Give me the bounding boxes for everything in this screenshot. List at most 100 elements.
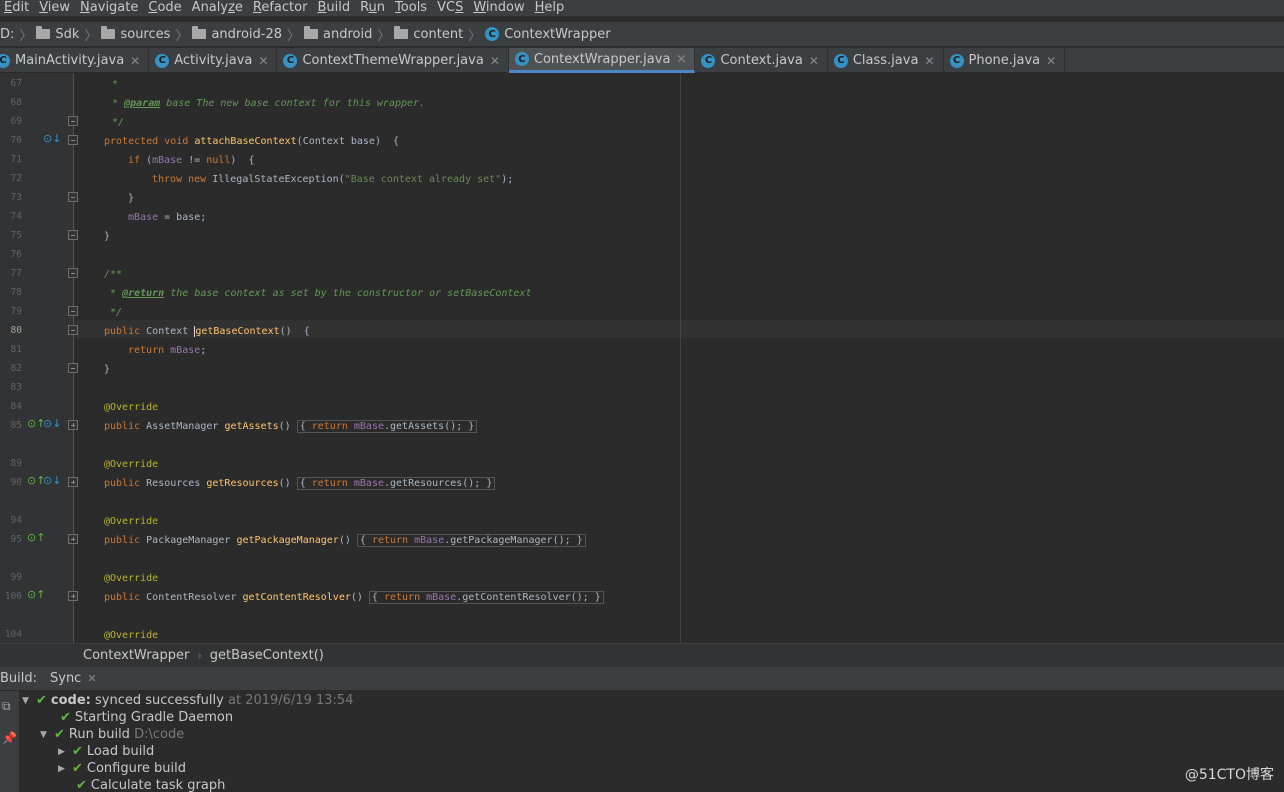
close-icon[interactable]: ✕	[1046, 54, 1056, 68]
line-number: 68	[10, 97, 22, 108]
line-number: 83	[10, 382, 22, 393]
line-number: 94	[10, 515, 22, 526]
nav-segment-android[interactable]: android	[304, 26, 374, 42]
nav-segment-content[interactable]: content	[394, 26, 465, 42]
tree-node[interactable]: ▶ ✔ Configure build	[58, 760, 186, 777]
implements-icon[interactable]: ⊙↓	[43, 474, 61, 487]
implements-icon[interactable]: ⊙↓	[43, 417, 61, 430]
menu-navigate[interactable]: Navigate	[74, 0, 142, 16]
check-icon: ✔	[72, 744, 83, 759]
tree-node[interactable]: ▼ ✔ Run build D:\code	[40, 726, 184, 743]
overrides-icon[interactable]: ⊙↑	[27, 531, 45, 544]
folder-icon	[192, 26, 207, 39]
right-margin-guide	[680, 73, 681, 643]
chevron-right-icon[interactable]: ▶	[58, 747, 72, 757]
breadcrumb-method[interactable]: getBaseContext()	[210, 648, 324, 663]
code-line: }	[104, 364, 111, 375]
tab-class[interactable]: C Class.java ✕	[828, 48, 944, 73]
nav-separator: 〉	[84, 28, 98, 44]
folder-icon	[101, 26, 116, 39]
menu-tools[interactable]: Tools	[389, 0, 431, 16]
chevron-right-icon[interactable]: ▶	[58, 764, 72, 774]
folder-icon	[304, 26, 319, 39]
nav-separator: 〉	[175, 28, 189, 44]
folded-body[interactable]: { return mBase.getPackageManager(); }	[356, 534, 586, 547]
folded-body[interactable]: { return mBase.getResources(); }	[296, 477, 496, 490]
implements-icon[interactable]: ⊙↓	[43, 132, 61, 145]
restore-layout-icon[interactable]: ⧉	[2, 699, 11, 714]
code-line-current: public Context getBaseContext() {	[104, 325, 310, 337]
close-icon[interactable]: ✕	[87, 672, 96, 685]
folded-body[interactable]: { return mBase.getAssets(); }	[296, 420, 478, 433]
tab-contextthemewrapper[interactable]: C ContextThemeWrapper.java ✕	[277, 48, 509, 73]
nav-segment-sdk[interactable]: Sdk	[36, 26, 81, 42]
code-editor[interactable]: 67 68 69 70 71 72 73 74 75 76 77 78 79 8…	[0, 73, 1284, 643]
class-icon: C	[0, 53, 10, 68]
line-number: 76	[10, 249, 22, 260]
menu-code[interactable]: Code	[142, 0, 185, 16]
overrides-icon[interactable]: ⊙↑	[27, 588, 45, 601]
tab-contextwrapper[interactable]: C ContextWrapper.java ✕	[508, 48, 696, 73]
menu-refactor[interactable]: Refactor	[247, 0, 312, 16]
menu-build[interactable]: Build	[311, 0, 354, 16]
menu-edit[interactable]: Edit	[0, 0, 33, 16]
fold-marker[interactable]	[68, 135, 78, 145]
fold-expand-marker[interactable]	[68, 534, 78, 544]
fold-marker[interactable]	[68, 230, 78, 240]
fold-marker[interactable]	[68, 363, 78, 373]
menu-help[interactable]: Help	[529, 0, 569, 16]
tab-context[interactable]: C Context.java ✕	[695, 48, 828, 73]
chevron-down-icon[interactable]: ▼	[40, 730, 54, 740]
tree-node[interactable]: ✔ Starting Gradle Daemon	[60, 709, 233, 726]
class-icon: C	[514, 52, 529, 66]
fold-marker[interactable]	[68, 116, 78, 126]
chevron-down-icon[interactable]: ▼	[22, 696, 36, 706]
menu-view[interactable]: View	[33, 0, 74, 16]
nav-segment-sources[interactable]: sources	[101, 26, 172, 42]
fold-marker[interactable]	[68, 325, 78, 335]
close-icon[interactable]: ✕	[490, 54, 500, 68]
code-line: */	[104, 307, 123, 318]
fold-marker[interactable]	[68, 192, 78, 202]
close-icon[interactable]: ✕	[130, 54, 140, 68]
nav-root[interactable]: D:	[0, 27, 16, 42]
line-number: 67	[10, 78, 22, 89]
check-icon: ✔	[60, 710, 71, 725]
menu-analyze[interactable]: Analyze	[186, 0, 247, 16]
close-icon[interactable]: ✕	[809, 54, 819, 68]
line-number: 84	[10, 401, 22, 412]
tab-phone[interactable]: C Phone.java ✕	[944, 48, 1066, 73]
tab-activity[interactable]: C Activity.java ✕	[149, 48, 278, 73]
fold-expand-marker[interactable]	[68, 477, 78, 487]
line-number-current: 80	[10, 325, 22, 336]
close-icon[interactable]: ✕	[258, 54, 268, 68]
menu-vcs[interactable]: VCS	[431, 0, 467, 16]
tab-mainactivity[interactable]: C MainActivity.java ✕	[0, 48, 150, 73]
tree-node[interactable]: ✔ Calculate task graph	[76, 777, 225, 792]
nav-separator: 〉	[468, 28, 482, 44]
chevron-right-icon: ›	[197, 649, 202, 662]
class-icon: C	[485, 27, 500, 41]
code-line-annotation: @Override	[104, 630, 159, 641]
line-number: 78	[10, 287, 22, 298]
class-icon: C	[949, 53, 964, 68]
build-side-toolbar: ⧉ 📌	[0, 691, 20, 792]
fold-marker[interactable]	[68, 268, 78, 278]
pin-icon[interactable]: 📌	[2, 731, 17, 745]
tree-node[interactable]: ▶ ✔ Load build	[58, 743, 154, 760]
code-line: public Resources getResources() { return…	[104, 477, 496, 490]
menu-run[interactable]: Run	[354, 0, 389, 16]
close-icon[interactable]: ✕	[676, 52, 686, 66]
tab-sync[interactable]: Sync ✕	[44, 671, 103, 686]
fold-expand-marker[interactable]	[68, 591, 78, 601]
nav-segment-android-28[interactable]: android-28	[192, 26, 284, 42]
menu-window[interactable]: Window	[467, 0, 528, 16]
fold-marker[interactable]	[68, 306, 78, 316]
folded-body[interactable]: { return mBase.getContentResolver(); }	[368, 591, 604, 604]
build-title: Build:	[0, 671, 38, 686]
nav-current-class[interactable]: C ContextWrapper	[485, 27, 612, 42]
tree-node-root[interactable]: ▼ ✔ code: synced successfully at 2019/6/…	[22, 692, 353, 709]
breadcrumb-class[interactable]: ContextWrapper	[83, 648, 189, 663]
fold-expand-marker[interactable]	[68, 420, 78, 430]
close-icon[interactable]: ✕	[924, 54, 934, 68]
